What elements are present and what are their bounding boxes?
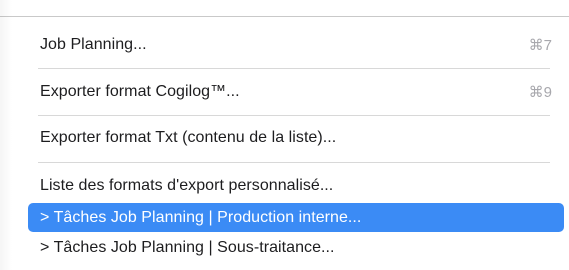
menu-item-taches-sous-traitance[interactable]: > Tâches Job Planning | Sous-traitance..…: [28, 233, 564, 263]
menu-item-label: Liste des formats d'export personnalisé.…: [40, 176, 334, 194]
menu-item-job-planning[interactable]: Job Planning... ⌘7: [28, 29, 564, 60]
menu-item-label: Job Planning...: [40, 35, 147, 53]
menu-item-shortcut: ⌘7: [528, 36, 552, 54]
menu-item-label: Exporter format Cogilog™...: [40, 82, 240, 100]
menu-item-export-txt[interactable]: Exporter format Txt (contenu de la liste…: [28, 122, 564, 153]
menu-item-label: > Tâches Job Planning | Production inter…: [40, 208, 362, 226]
menu-item-label: Exporter format Txt (contenu de la liste…: [40, 128, 337, 146]
menu-item-taches-production-interne[interactable]: > Tâches Job Planning | Production inter…: [28, 203, 564, 232]
menu-item-custom-export-formats[interactable]: Liste des formats d'export personnalisé.…: [28, 170, 564, 201]
menu-separator: [38, 115, 550, 116]
menu-separator: [38, 162, 550, 163]
menu-item-export-cogilog[interactable]: Exporter format Cogilog™... ⌘9: [28, 76, 564, 107]
menu-left-shadow: [0, 0, 12, 270]
menu-item-shortcut: ⌘9: [528, 83, 552, 101]
menu-item-label: > Tâches Job Planning | Sous-traitance..…: [40, 239, 335, 256]
context-menu: Job Planning... ⌘7 Exporter format Cogil…: [0, 0, 569, 270]
menu-separator: [38, 68, 550, 69]
menu-top-edge: [0, 0, 569, 17]
